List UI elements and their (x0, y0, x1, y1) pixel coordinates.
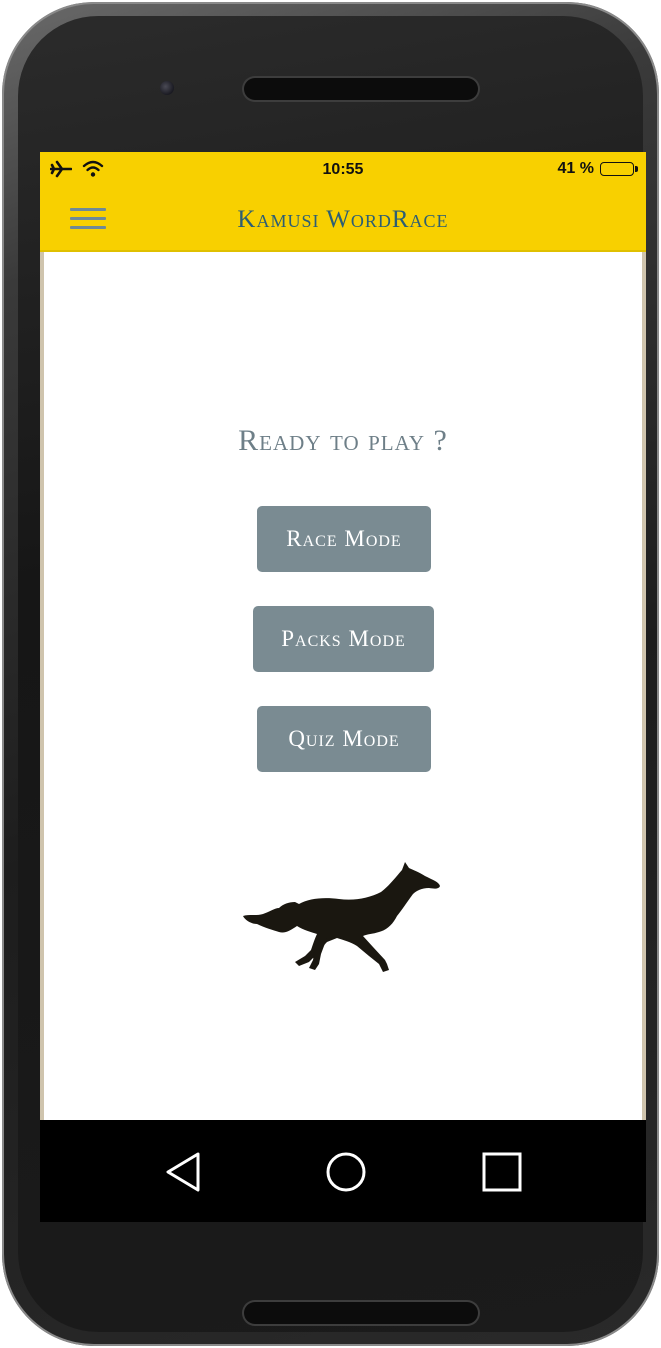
running-horse-image (243, 862, 440, 972)
earpiece-speaker (244, 78, 478, 100)
recents-square-icon[interactable] (472, 1144, 532, 1200)
app-bar: Kamusi WordRace (40, 188, 646, 252)
quiz-mode-button[interactable]: Quiz Mode (257, 706, 431, 772)
device-screen: 10:55 41 % Kamusi WordRace Ready to play… (40, 152, 646, 1222)
home-circle-icon[interactable] (316, 1144, 376, 1200)
app-title: Kamusi WordRace (237, 206, 449, 233)
status-time: 10:55 (322, 161, 364, 178)
status-right: 41 % (557, 160, 638, 178)
bottom-speaker (244, 1302, 478, 1324)
battery-percent: 41 % (557, 160, 594, 177)
front-camera (160, 81, 174, 95)
back-triangle-icon[interactable] (154, 1144, 214, 1200)
race-mode-button[interactable]: Race Mode (257, 506, 431, 572)
android-nav-bar (40, 1120, 646, 1222)
ready-heading: Ready to play ? (238, 424, 448, 457)
packs-mode-button[interactable]: Packs Mode (253, 606, 434, 672)
status-bar: 10:55 41 % (40, 152, 646, 188)
main-content: Ready to play ? Race Mode Packs Mode Qui… (40, 252, 646, 1120)
battery-icon (600, 162, 638, 176)
